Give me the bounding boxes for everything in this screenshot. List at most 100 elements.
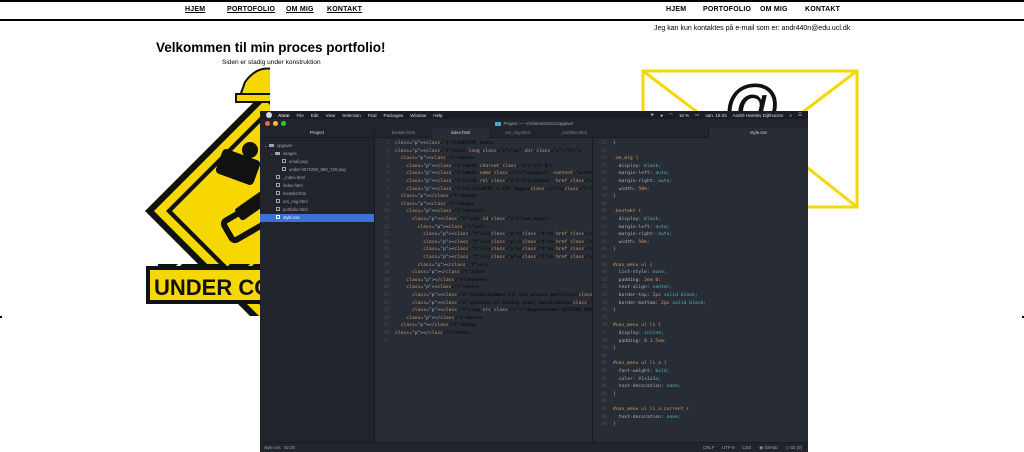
menu-window[interactable]: Window: [410, 113, 426, 118]
git-button[interactable]: ◇ Git (0): [786, 443, 802, 452]
html-code-line[interactable]: class="p"><class="t">li>class="p"><class…: [395, 254, 592, 262]
css-code-line[interactable]: margin-left: auto;: [613, 170, 670, 178]
tree-file-portfolio[interactable]: portfolio.html: [276, 206, 374, 214]
css-code-line[interactable]: margin-right: auto;: [613, 231, 673, 239]
css-code-line[interactable]: text-decoration: none;: [613, 414, 681, 422]
css-code-line[interactable]: list-style: none;: [613, 269, 667, 277]
css-code-line[interactable]: }: [613, 193, 616, 201]
html-code-line[interactable]: class="p"><class="t">p>Siden er stadig u…: [395, 300, 592, 308]
menu-app-name[interactable]: Atom: [278, 113, 290, 118]
css-editor-pane[interactable]: 52} 53 54 .om_mig {55 display: block; 56 mar…: [593, 138, 808, 442]
tree-folder-images[interactable]: ⌄ images: [270, 150, 374, 158]
wifi-icon[interactable]: ◠: [669, 112, 673, 118]
nav-kontakt-link[interactable]: KONTAKT: [327, 6, 362, 13]
menu-selection[interactable]: Selection: [342, 113, 361, 118]
html-code-line[interactable]: class="p"><class="t">body>: [395, 201, 474, 209]
nav-om-mig-link-right[interactable]: OM MIG: [760, 6, 788, 13]
status-line-ending[interactable]: CRLF: [703, 443, 714, 452]
css-code-line[interactable]: display: block;: [613, 163, 661, 171]
menu-help[interactable]: Help: [433, 113, 442, 118]
html-code-line[interactable]: class="p"><class="t">li>class="p"><class…: [395, 239, 592, 247]
nav-kontakt-link-right[interactable]: KONTAKT: [805, 6, 840, 13]
html-code-line[interactable]: class="p"><class="t">img src=class="s">"…: [395, 307, 592, 315]
css-code-line[interactable]: border-top: 2px solid black;: [613, 292, 698, 300]
html-code-line[interactable]: class="p"></class="t">header>: [395, 277, 488, 285]
tree-file-underscore-index[interactable]: _index.html: [276, 174, 374, 182]
apple-icon[interactable]: [266, 112, 272, 118]
tab-index-html[interactable]: index.html: [432, 128, 489, 138]
battery-percent[interactable]: 16 %: [679, 113, 689, 118]
html-code-line[interactable]: class="p"><class="t">ul>: [395, 224, 486, 232]
status-grammar[interactable]: CSS: [742, 443, 751, 452]
tab-style-css[interactable]: style.css: [708, 128, 808, 138]
html-code-line[interactable]: class="p"><class="t">!DOCTYPE html>: [395, 140, 494, 148]
css-code-line[interactable]: }: [613, 421, 616, 429]
html-code-line[interactable]: class="p"><class="t">meta name=class="s"…: [395, 170, 592, 178]
css-code-line[interactable]: text-decoration: none;: [613, 383, 681, 391]
html-code-line[interactable]: class="p"></class="t">ul>: [395, 262, 489, 270]
close-window-icon[interactable]: [265, 121, 270, 126]
css-code-line[interactable]: #nav_menu ul li {: [613, 322, 661, 330]
css-code-line[interactable]: }: [613, 140, 616, 148]
css-code-line[interactable]: display: inline;: [613, 330, 664, 338]
tree-folder-opgaver[interactable]: ⌄ opgaver: [264, 142, 374, 150]
menu-edit[interactable]: Edit: [311, 113, 319, 118]
nav-hjem-link-right[interactable]: HJEM: [666, 6, 686, 13]
tree-file-index[interactable]: index.html: [276, 182, 374, 190]
html-code-line[interactable]: class="p"></class="t">nav>: [395, 269, 485, 277]
html-code-line[interactable]: class="p"><class="t">li>class="p"><class…: [395, 231, 592, 239]
css-code-line[interactable]: margin-right: auto;: [613, 178, 673, 186]
tree-file-kontakt[interactable]: kontakt.html: [276, 190, 374, 198]
css-code-line[interactable]: }: [613, 307, 616, 315]
minimize-window-icon[interactable]: [273, 121, 278, 126]
html-code-line[interactable]: class="p"><class="t">li>class="p"><class…: [395, 246, 592, 254]
location-icon[interactable]: ➤: [650, 112, 654, 118]
battery-icon[interactable]: ▭: [695, 112, 699, 118]
css-code-line[interactable]: #nav_menu ul li a.current {: [613, 406, 689, 414]
html-code-line[interactable]: class="p"><class="t">nav id=class="s">"n…: [395, 216, 550, 224]
css-code-line[interactable]: .om_mig {: [613, 155, 638, 163]
menu-packages[interactable]: Packages: [384, 113, 404, 118]
tree-file-under-png[interactable]: under-3572290_960_720.png: [282, 166, 374, 174]
css-code-line[interactable]: width: 50%;: [613, 186, 650, 194]
menu-view[interactable]: View: [326, 113, 336, 118]
html-code-line[interactable]: class="p"><class="t">header>: [395, 208, 485, 216]
html-code-line[interactable]: class="p"><class="t">main>: [395, 284, 479, 292]
css-code-line[interactable]: }: [613, 345, 616, 353]
user-name[interactable]: André Hørslev Dijkhuizen: [733, 113, 784, 118]
html-code-line[interactable]: class="p"><class="t">meta charset=class=…: [395, 163, 553, 171]
html-editor-pane[interactable]: 1 class="p"><class="t">!DOCTYPE html> 2 cla…: [375, 138, 593, 442]
menu-list-icon[interactable]: ☰: [798, 112, 802, 118]
html-code-line[interactable]: class="p"><class="t">head>: [395, 155, 474, 163]
nav-portfolio-link-right[interactable]: PORTOFOLIO: [703, 6, 751, 13]
github-button[interactable]: ◉ GitHub: [759, 443, 777, 452]
tab-om-mig-html[interactable]: om_mig.html: [489, 128, 546, 138]
status-cursor-position[interactable]: 92:25: [284, 445, 295, 450]
html-code-line[interactable]: class="p"><class="t">h1>Velkommen til mi…: [395, 292, 592, 300]
nav-om-mig-link[interactable]: OM MIG: [286, 6, 314, 13]
status-file-name[interactable]: style.css: [264, 445, 280, 450]
css-code-line[interactable]: }: [613, 246, 616, 254]
clock-text[interactable]: søn. 18.03: [705, 113, 726, 118]
html-code-line[interactable]: class="p"><class="t">html lang=class="s"…: [395, 148, 581, 156]
css-code-line[interactable]: display: block;: [613, 216, 661, 224]
html-code-line[interactable]: class="p"><class="t">link rel=class="s">…: [395, 178, 592, 186]
html-code-line[interactable]: class="p"></class="t">html>: [395, 330, 471, 338]
html-code-line[interactable]: class="p"></class="t">body>: [395, 322, 477, 330]
tree-file-style-css[interactable]: style.css: [260, 214, 374, 222]
status-encoding[interactable]: UTF-8: [722, 443, 734, 452]
menu-file[interactable]: File: [297, 113, 304, 118]
nav-hjem-link[interactable]: HJEM: [185, 6, 205, 13]
html-code-line[interactable]: class="p"></class="t">main>: [395, 315, 482, 323]
css-code-line[interactable]: margin-left: auto;: [613, 224, 670, 232]
tab-kontakt-html[interactable]: kontakt.html: [375, 128, 432, 138]
tree-file-om-mig[interactable]: om_mig.html: [276, 198, 374, 206]
search-icon[interactable]: ⌕: [789, 113, 792, 118]
css-code-line[interactable]: #nav_menu ul li a {: [613, 360, 667, 368]
tree-file-email-png[interactable]: email.png: [282, 158, 374, 166]
zoom-window-icon[interactable]: [281, 121, 286, 126]
css-code-line[interactable]: text-align: center;: [613, 284, 673, 292]
css-code-line[interactable]: padding: 3em 0;: [613, 277, 661, 285]
css-code-line[interactable]: border-bottom: 2px solid black;: [613, 300, 707, 308]
html-code-line[interactable]: class="p"><class="t">title>HTML & CSS Op…: [395, 186, 592, 194]
